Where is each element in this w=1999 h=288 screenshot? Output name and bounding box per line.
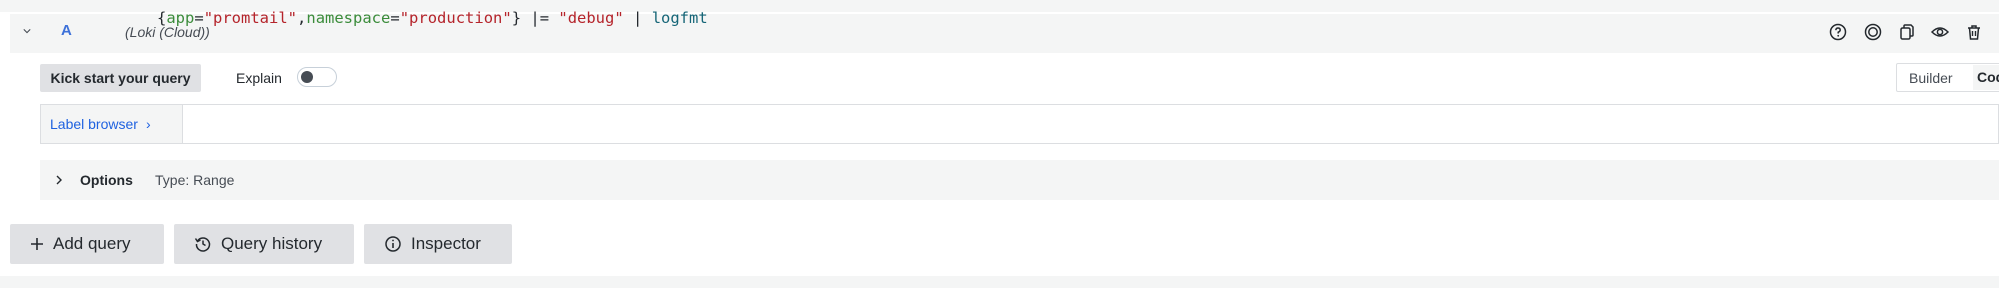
- query-history-button[interactable]: Query history: [174, 224, 354, 264]
- plus-icon: [30, 237, 44, 251]
- options-label: Options: [80, 172, 133, 188]
- query-editor: Label browser ›: [40, 104, 1999, 144]
- chevron-right-icon: ›: [145, 116, 151, 132]
- collapse-chevron-icon[interactable]: [23, 27, 31, 35]
- label-browser-label: Label browser: [50, 116, 138, 132]
- query-code-input[interactable]: {app="promtail",namespace="production"} …: [157, 9, 708, 27]
- kick-start-button[interactable]: Kick start your query: [40, 64, 201, 92]
- label-browser-button[interactable]: Label browser ›: [41, 105, 183, 143]
- eye-icon[interactable]: [1930, 22, 1950, 42]
- builder-mode-button[interactable]: Builder: [1909, 70, 1953, 86]
- help-circle-icon[interactable]: [1828, 22, 1848, 42]
- query-token: }: [511, 9, 522, 27]
- query-token: {: [157, 9, 167, 27]
- chevron-right-icon: [56, 175, 62, 185]
- radio-target-icon[interactable]: [1863, 22, 1883, 42]
- query-token: app: [166, 9, 195, 27]
- inspector-label: Inspector: [411, 234, 481, 253]
- explain-label: Explain: [236, 70, 282, 86]
- query-token: logfmt: [651, 9, 708, 27]
- query-token: =: [194, 9, 204, 27]
- inspector-button[interactable]: Inspector: [364, 224, 512, 264]
- query-token: namespace: [306, 9, 391, 27]
- query-history-label: Query history: [221, 234, 323, 253]
- editor-mode-toggle: Builder Code: [1896, 63, 1999, 92]
- trash-icon[interactable]: [1964, 22, 1984, 42]
- options-type-text: Type: Range: [155, 172, 235, 188]
- code-mode-button[interactable]: Code: [1973, 65, 1999, 90]
- query-token: |=: [521, 9, 559, 27]
- query-token: "promtail": [203, 9, 298, 27]
- history-icon: [194, 235, 212, 253]
- add-query-button[interactable]: Add query: [10, 224, 164, 264]
- query-token: ,: [297, 9, 307, 27]
- query-ref-id[interactable]: A: [61, 22, 72, 39]
- query-token: "production": [399, 9, 512, 27]
- query-token: "debug": [558, 9, 624, 27]
- explain-toggle-knob: [301, 71, 313, 83]
- copy-icon[interactable]: [1897, 22, 1917, 42]
- bottom-divider: [0, 276, 1999, 288]
- query-token: =: [390, 9, 400, 27]
- explain-toggle[interactable]: [297, 67, 337, 87]
- options-section[interactable]: Options Type: Range: [40, 160, 1999, 200]
- query-token: |: [623, 9, 652, 27]
- add-query-label: Add query: [53, 234, 131, 253]
- info-circle-icon: [384, 235, 402, 253]
